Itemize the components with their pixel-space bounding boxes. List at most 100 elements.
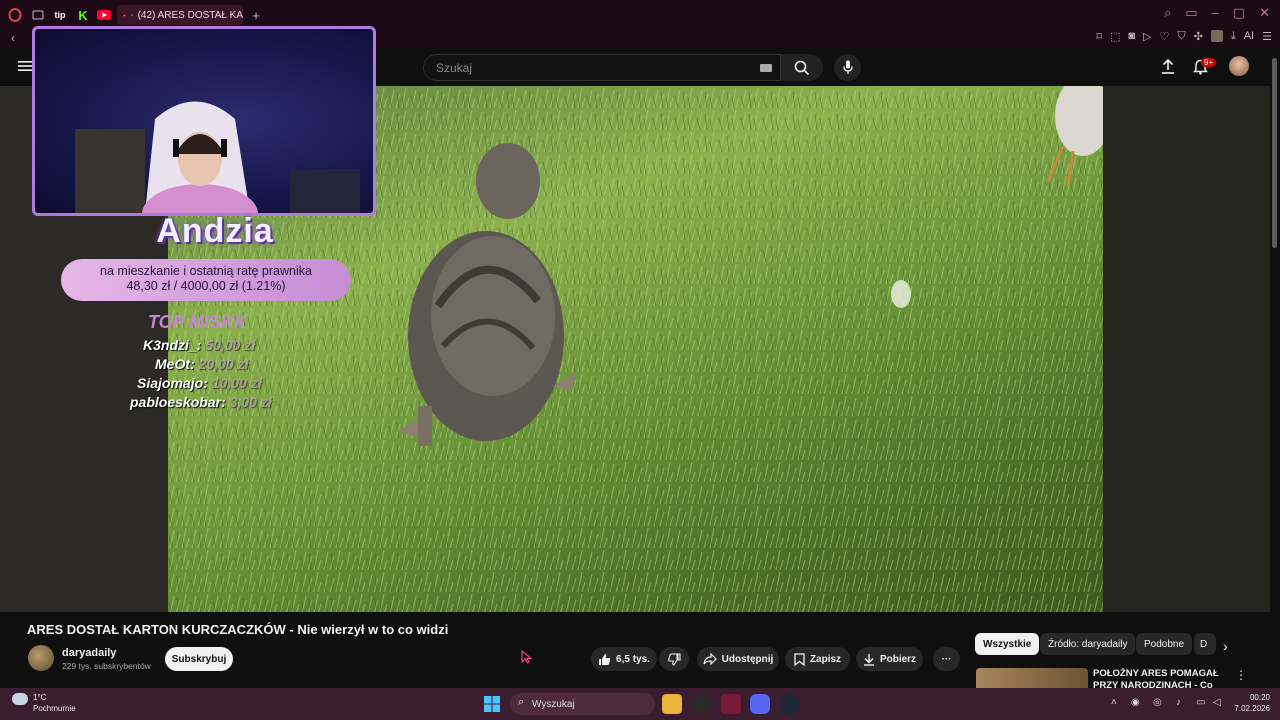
search-button[interactable] (781, 54, 823, 81)
windows-start-icon[interactable] (484, 696, 500, 717)
tray-discord-icon[interactable]: ◉ (1131, 697, 1140, 708)
obs-icon[interactable] (691, 694, 711, 714)
subscribe-button[interactable]: Subskrybuj (165, 647, 233, 671)
minimize-icon[interactable]: – (1212, 5, 1219, 21)
window-controls: ⌕ ▭ – ▢ ✕ (1164, 5, 1270, 21)
chip-source[interactable]: Źródło: daryadaily (1040, 633, 1136, 655)
donor-amount: 50,00 zł (205, 337, 256, 353)
more-actions-button[interactable]: ··· (933, 647, 960, 671)
mouse-cursor-icon (521, 649, 533, 669)
heart-icon[interactable]: ♡ (1160, 30, 1170, 43)
opera-taskbar-icon[interactable] (721, 694, 741, 714)
ai-label: AI (1243, 30, 1255, 42)
chip-all[interactable]: Wszystkie (975, 633, 1040, 655)
chevron-right-icon[interactable]: › (1223, 638, 1228, 654)
dislike-button[interactable] (659, 647, 689, 671)
donor-entry: Siajomajo: 10,00 zł (137, 375, 262, 391)
tab-active[interactable]: (42) ARES DOSTAŁ KA (117, 5, 243, 25)
tray-mic-icon[interactable]: ♪ (1176, 697, 1181, 708)
new-tab-button[interactable]: + (248, 7, 264, 23)
donor-name: MeOt: (155, 356, 195, 372)
speaker-icon[interactable] (130, 10, 133, 20)
tray-network-icon[interactable]: ▭ (1196, 697, 1205, 708)
kick-icon[interactable]: K (75, 7, 91, 23)
puzzle-icon[interactable]: ✣ (1194, 30, 1203, 43)
clock-date[interactable]: 7.02.2026 (1230, 704, 1270, 713)
keyboard-icon[interactable] (760, 64, 772, 72)
search-icon (794, 60, 810, 75)
youtube-icon[interactable] (96, 7, 112, 23)
donor-amount: 10,00 zł (211, 375, 262, 391)
taskbar-search[interactable]: ⌕ Wyszukaj (510, 693, 655, 715)
save-label: Zapisz (809, 653, 842, 665)
tip-icon[interactable]: tip (52, 7, 68, 23)
clock-time[interactable]: 00:20 (1246, 693, 1270, 702)
chip-truncated[interactable]: D (1194, 633, 1216, 655)
donor-name: K3ndzi_: (143, 337, 202, 353)
aria-ai-icon[interactable]: AI (1244, 30, 1254, 43)
search-tabs-icon[interactable]: ⌕ (1164, 5, 1171, 21)
voice-search-button[interactable] (834, 54, 861, 81)
video-title: ARES DOSTAŁ KARTON KURCZACZKÓW - Nie wie… (27, 622, 449, 637)
feather-image (891, 280, 911, 308)
tab-icon[interactable] (30, 7, 46, 23)
donation-goal: na mieszkanie i ostatnią ratę prawnika 4… (61, 259, 351, 301)
channel-avatar[interactable] (28, 645, 54, 671)
donor-amount: 20,00 zł (198, 356, 249, 372)
bookmark-icon[interactable]: ⌑ (1096, 30, 1102, 43)
weather-temperature: 1°C (33, 693, 47, 702)
play-icon[interactable]: ▷ (1143, 30, 1151, 43)
download-label: Pobierz (879, 653, 917, 665)
weather-cloud-icon[interactable] (12, 693, 28, 705)
share-icon (703, 653, 717, 665)
share-label: Udostępnij (721, 653, 774, 665)
back-icon[interactable]: ‹ (11, 31, 15, 45)
discord-icon[interactable] (750, 694, 770, 714)
chip-similar[interactable]: Podobne (1136, 633, 1193, 655)
channel-name[interactable]: daryadaily (62, 647, 116, 659)
search-placeholder: Szukaj (436, 61, 473, 75)
notifications-badge: 9+ (1201, 58, 1217, 67)
tab-title: (42) ARES DOSTAŁ KA (137, 9, 243, 21)
opera-icon[interactable] (7, 7, 23, 23)
share-button[interactable]: Udostępnij (697, 647, 779, 671)
upload-icon[interactable] (1161, 58, 1175, 79)
maximize-icon[interactable]: ▢ (1233, 5, 1245, 21)
snap-icon[interactable]: ▭ (1185, 5, 1197, 21)
close-icon[interactable]: ✕ (1259, 5, 1270, 21)
tray-chevron-icon[interactable]: ˄ (1111, 697, 1117, 708)
top-donors-title: TOP MISKK (148, 312, 248, 332)
extensions-row: ⌑ ⬚ ◙ ▷ ♡ ⛉ ✣ ⤓ AI ☰ (1096, 30, 1272, 43)
like-count: 6,5 tys. (616, 653, 650, 665)
youtube-icon (123, 14, 126, 16)
more-icon: ··· (941, 653, 952, 665)
page-scrollbar[interactable] (1272, 58, 1277, 248)
save-button[interactable]: Zapisz (785, 647, 850, 671)
taskbar-search-label: Wyszukaj (532, 698, 575, 710)
pocket-icon[interactable]: ◙ (1128, 30, 1135, 43)
file-explorer-icon[interactable] (662, 694, 682, 714)
subscriber-count: 229 tys. subskrybentów (62, 661, 151, 671)
webcam-overlay (32, 26, 376, 216)
download-button[interactable]: Pobierz (856, 647, 923, 671)
menu-icon[interactable]: ☰ (1262, 30, 1272, 43)
taskbar-search-icon: ⌕ (518, 696, 525, 708)
snapshot-icon[interactable]: ⬚ (1110, 30, 1120, 43)
account-avatar[interactable] (1229, 56, 1249, 76)
recommended-title[interactable]: POŁOŻNY ARES POMAGAŁ PRZY NARODZINACH - … (1093, 668, 1221, 688)
shield-icon[interactable]: ⛉ (1177, 30, 1185, 43)
weather-description: Pochmurnie (33, 704, 76, 713)
recommended-more-icon[interactable]: ⋮ (1235, 668, 1247, 682)
like-button[interactable]: 6,5 tys. (591, 647, 657, 671)
steam-icon[interactable] (779, 694, 799, 714)
download-icon[interactable]: ⤓ (1231, 30, 1236, 43)
recommended-thumbnail[interactable] (976, 668, 1088, 688)
thumbs-down-icon (667, 652, 681, 666)
hamburger-menu-icon[interactable] (18, 59, 32, 77)
tray-volume-icon[interactable]: ◁ (1213, 697, 1221, 708)
microphone-icon (842, 60, 853, 74)
profile-thumb-icon[interactable] (1210, 30, 1223, 42)
search-input[interactable]: Szukaj (423, 54, 781, 81)
donor-name: Siajomajo: (137, 375, 208, 391)
tray-opera-icon[interactable]: ◎ (1153, 697, 1162, 708)
